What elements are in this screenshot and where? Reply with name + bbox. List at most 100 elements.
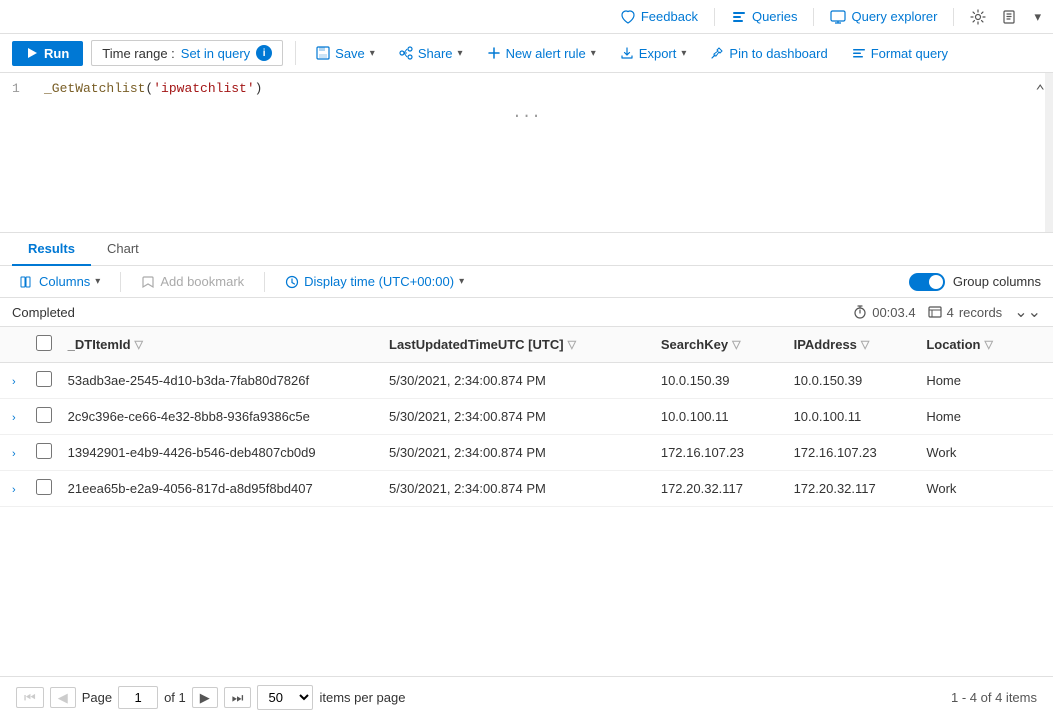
cell-location-2: Work xyxy=(918,435,1029,471)
expand-icon-0[interactable]: › xyxy=(8,376,20,388)
share-button[interactable]: Share ▾ xyxy=(391,42,471,65)
filter-dtitemid-icon[interactable]: ▽ xyxy=(135,338,143,351)
heart-icon xyxy=(620,9,636,25)
time-range-value: Set in query xyxy=(181,46,250,61)
status-right: 00:03.4 4 records ⌄⌄ xyxy=(853,302,1041,322)
next-page-button[interactable]: ▶ xyxy=(192,687,218,708)
settings-nav-item[interactable] xyxy=(970,9,986,25)
new-alert-button[interactable]: New alert rule ▾ xyxy=(479,42,604,65)
time-range-label: Time range : xyxy=(102,46,175,61)
cell-location-0: Home xyxy=(918,363,1029,399)
status-completed: Completed xyxy=(12,305,75,320)
th-searchkey-label: SearchKey xyxy=(661,337,728,352)
th-expand xyxy=(0,327,28,363)
cell-id-1: 2c9c396e-ce66-4e32-8bb8-936fa9386c5e xyxy=(60,399,381,435)
display-time-button[interactable]: Display time (UTC+00:00) ▾ xyxy=(277,270,472,293)
filter-ipaddress-icon[interactable]: ▽ xyxy=(861,338,869,351)
table-row: › 13942901-e4b9-4426-b546-deb4807cb0d9 5… xyxy=(0,435,1053,471)
share-chevron: ▾ xyxy=(458,48,463,59)
th-dtitemid-label: _DTItemId xyxy=(68,337,131,352)
row-expander-2[interactable]: › xyxy=(0,435,28,471)
more-nav-item[interactable]: ▾ xyxy=(1034,9,1041,25)
table-row: › 2c9c396e-ce66-4e32-8bb8-936fa9386c5e 5… xyxy=(0,399,1053,435)
page-size-select[interactable]: 50 100 200 xyxy=(257,685,313,710)
code-line-1: _GetWatchlist('ipwatchlist') xyxy=(44,81,262,96)
th-location-label: Location xyxy=(926,337,980,352)
row-check-cell-2[interactable] xyxy=(28,435,60,471)
filter-lastupdated-icon[interactable]: ▽ xyxy=(568,338,576,351)
prev-page-button[interactable]: ◀ xyxy=(50,687,76,708)
row-checkbox-1[interactable] xyxy=(36,407,52,423)
nav-divider-3 xyxy=(953,8,954,26)
cell-time-2: 5/30/2021, 2:34:00.874 PM xyxy=(381,435,653,471)
format-button[interactable]: Format query xyxy=(844,42,956,65)
last-page-button[interactable]: ⏭ xyxy=(224,687,252,708)
th-checkbox[interactable] xyxy=(28,327,60,363)
filter-searchkey-icon[interactable]: ▽ xyxy=(732,338,740,351)
cell-time-0: 5/30/2021, 2:34:00.874 PM xyxy=(381,363,653,399)
export-button[interactable]: Export ▾ xyxy=(612,42,695,65)
expand-all-button[interactable]: ⌄⌄ xyxy=(1014,302,1041,322)
header-checkbox[interactable] xyxy=(36,335,52,351)
th-dtitemid: _DTItemId ▽ xyxy=(60,327,381,363)
cell-id-3: 21eea65b-e2a9-4056-817d-a8d95f8bd407 xyxy=(60,471,381,507)
queries-icon xyxy=(731,9,747,25)
data-table-wrapper: _DTItemId ▽ LastUpdatedTimeUTC [UTC] ▽ S… xyxy=(0,327,1053,676)
row-check-cell-1[interactable] xyxy=(28,399,60,435)
row-checkbox-2[interactable] xyxy=(36,443,52,459)
row-expander-3[interactable]: › xyxy=(0,471,28,507)
add-bookmark-button[interactable]: Add bookmark xyxy=(133,270,252,293)
tab-results[interactable]: Results xyxy=(12,233,91,266)
collapse-editor-button[interactable]: ⌃ xyxy=(1035,81,1045,101)
expand-icon-3[interactable]: › xyxy=(8,484,20,496)
tab-chart[interactable]: Chart xyxy=(91,233,155,266)
new-alert-label: New alert rule xyxy=(506,46,586,61)
items-info: 1 - 4 of 4 items xyxy=(951,690,1037,705)
time-range-button[interactable]: Time range : Set in query i xyxy=(91,40,283,66)
cell-searchkey-1: 10.0.100.11 xyxy=(653,399,786,435)
row-expander-0[interactable]: › xyxy=(0,363,28,399)
save-label: Save xyxy=(335,46,365,61)
editor-scrollbar[interactable] xyxy=(1045,73,1053,232)
row-checkbox-3[interactable] xyxy=(36,479,52,495)
th-lastupdated-label: LastUpdatedTimeUTC [UTC] xyxy=(389,337,564,352)
row-check-cell-3[interactable] xyxy=(28,471,60,507)
query-explorer-nav-item[interactable]: Query explorer xyxy=(830,9,937,25)
docs-nav-item[interactable] xyxy=(1002,9,1018,25)
page-controls: ⏮ ◀ Page of 1 ▶ ⏭ 50 100 200 items per p… xyxy=(16,685,405,710)
editor-line-1: 1 _GetWatchlist('ipwatchlist') xyxy=(12,81,1041,96)
records-label: records xyxy=(959,305,1002,320)
book-icon xyxy=(1002,9,1018,25)
queries-label: Queries xyxy=(752,9,798,24)
add-bookmark-label: Add bookmark xyxy=(160,274,244,289)
first-page-button[interactable]: ⏮ xyxy=(16,687,44,708)
row-check-cell-0[interactable] xyxy=(28,363,60,399)
columns-button[interactable]: Columns ▾ xyxy=(12,270,108,293)
run-button[interactable]: Run xyxy=(12,41,83,66)
feedback-nav-item[interactable]: Feedback xyxy=(620,9,698,25)
row-checkbox-0[interactable] xyxy=(36,371,52,387)
cell-ip-3: 172.20.32.117 xyxy=(786,471,919,507)
toolbar-sep-1 xyxy=(295,41,296,65)
filter-location-icon[interactable]: ▽ xyxy=(984,338,992,351)
page-input[interactable] xyxy=(118,686,158,709)
save-button[interactable]: Save ▾ xyxy=(308,42,383,65)
expand-icon-1[interactable]: › xyxy=(8,412,20,424)
info-icon: i xyxy=(256,45,272,61)
columns-chevron: ▾ xyxy=(95,276,100,287)
pin-icon xyxy=(710,46,724,60)
of-label: of 1 xyxy=(164,690,186,705)
results-sep-1 xyxy=(120,272,121,292)
pagination: ⏮ ◀ Page of 1 ▶ ⏭ 50 100 200 items per p… xyxy=(0,676,1053,718)
row-expander-1[interactable]: › xyxy=(0,399,28,435)
group-columns-switch[interactable] xyxy=(909,273,945,291)
group-columns-label: Group columns xyxy=(953,274,1041,289)
pin-button[interactable]: Pin to dashboard xyxy=(702,42,835,65)
code-editor[interactable]: 1 _GetWatchlist('ipwatchlist') ... ⌃ xyxy=(0,73,1053,233)
cell-extra-3 xyxy=(1029,471,1053,507)
top-nav: Feedback Queries Query explorer ▾ xyxy=(0,0,1053,34)
expand-icon-2[interactable]: › xyxy=(8,448,20,460)
cell-ip-2: 172.16.107.23 xyxy=(786,435,919,471)
queries-nav-item[interactable]: Queries xyxy=(731,9,798,25)
editor-dots: ... xyxy=(12,96,1041,130)
